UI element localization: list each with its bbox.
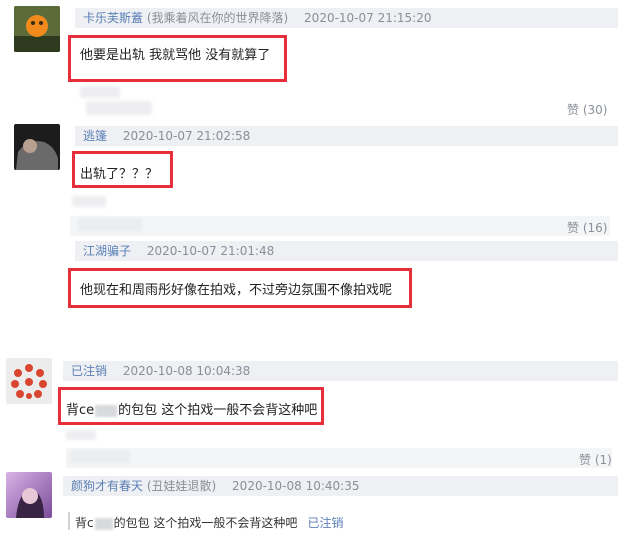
username-link[interactable]: 颜狗才有春天 xyxy=(71,479,143,493)
comment-header: 已注销 2020-10-08 10:04:38 xyxy=(63,361,618,381)
highlight-box xyxy=(68,35,287,82)
blurred-content xyxy=(86,101,152,115)
blurred-content xyxy=(66,430,96,440)
blurred-content xyxy=(72,196,106,207)
username-link[interactable]: 江湖骗子 xyxy=(83,244,131,258)
blurred-content xyxy=(80,86,120,98)
reply-bar xyxy=(66,448,612,468)
highlight-box xyxy=(68,268,412,308)
quoted-reply: 背c 的包包 这个拍戏一般不会背这种吧 已注销 xyxy=(75,514,343,531)
avatar[interactable] xyxy=(14,124,60,170)
timestamp: 2020-10-07 21:01:48 xyxy=(146,244,275,258)
user-note: (我乘着风在你的世界降落) xyxy=(146,11,289,25)
reply-bar xyxy=(70,216,610,236)
timestamp: 2020-10-07 21:15:20 xyxy=(304,11,432,25)
username-link[interactable]: 逃篷 xyxy=(83,129,107,143)
comment-header: 颜狗才有春天 (丑娃娃退散) 2020-10-08 10:40:35 xyxy=(63,476,618,496)
user-note: (丑娃娃退散) xyxy=(146,479,217,493)
reply-text-suffix: 的包包 这个拍戏一般不会背这种吧 xyxy=(113,516,298,530)
redacted-mask xyxy=(94,517,113,530)
timestamp: 2020-10-08 10:40:35 xyxy=(232,479,360,493)
blurred-content xyxy=(78,218,142,232)
quote-bar xyxy=(68,512,70,530)
avatar[interactable] xyxy=(6,358,52,404)
reply-author-link[interactable]: 已注销 xyxy=(307,516,343,530)
username-link[interactable]: 已注销 xyxy=(71,364,107,378)
comment-header: 江湖骗子 2020-10-07 21:01:48 xyxy=(75,241,618,261)
highlight-box xyxy=(58,387,324,425)
avatar[interactable] xyxy=(6,472,52,518)
comment-header: 卡乐芙斯蓋 (我乘着风在你的世界降落) 2020-10-07 21:15:20 xyxy=(75,8,618,28)
like-button[interactable]: 赞 (30) xyxy=(567,101,607,118)
username-link[interactable]: 卡乐芙斯蓋 xyxy=(83,11,143,25)
timestamp: 2020-10-08 10:04:38 xyxy=(122,364,251,378)
reply-text-prefix: 背c xyxy=(75,516,94,530)
like-button[interactable]: 赞 (1) xyxy=(579,451,612,468)
comment-header: 逃篷 2020-10-07 21:02:58 xyxy=(75,126,618,146)
timestamp: 2020-10-07 21:02:58 xyxy=(122,129,251,143)
highlight-box xyxy=(72,151,173,188)
like-button[interactable]: 赞 (16) xyxy=(567,219,607,236)
avatar[interactable] xyxy=(14,6,60,52)
blurred-content xyxy=(70,450,130,464)
